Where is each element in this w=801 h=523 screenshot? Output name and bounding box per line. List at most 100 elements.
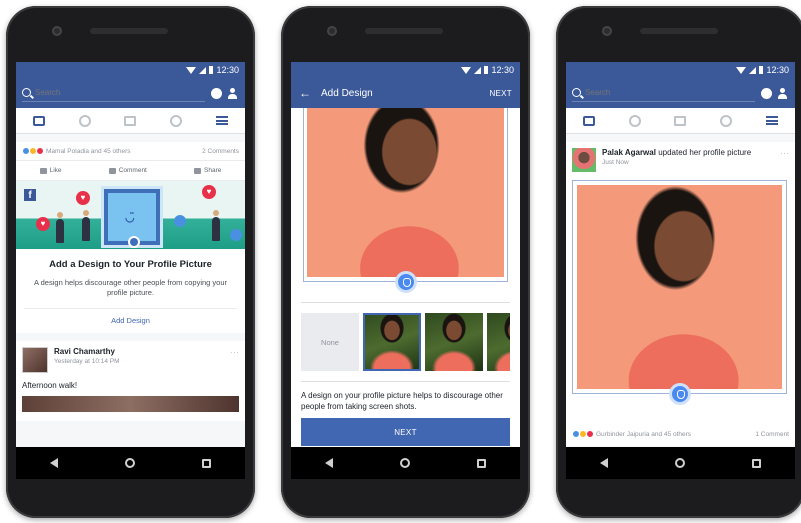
- back-icon[interactable]: [599, 458, 608, 468]
- person-figure: [212, 210, 220, 241]
- profile-guard-shield-icon: [394, 271, 417, 293]
- comment-icon: [108, 167, 116, 174]
- back-icon[interactable]: [324, 458, 333, 468]
- comment-label: Comment: [118, 167, 147, 174]
- more-options-icon[interactable]: ···: [230, 347, 239, 357]
- header-next-button[interactable]: NEXT: [489, 89, 512, 98]
- status-bar: 12:30: [291, 62, 520, 78]
- design-option[interactable]: [425, 313, 483, 371]
- heart-icon: ♥: [202, 185, 216, 199]
- friend-requests-icon[interactable]: [778, 87, 789, 99]
- comments-count[interactable]: 1 Comment: [755, 431, 789, 438]
- tab-marketplace[interactable]: [673, 115, 687, 127]
- person-figure: [56, 212, 64, 243]
- tab-menu[interactable]: [215, 115, 229, 127]
- battery-icon: [209, 66, 214, 74]
- profile-guard-shield-icon: [668, 383, 691, 405]
- phone-updated-post: 12:30 Palak: [556, 6, 801, 518]
- design-option-none[interactable]: None: [301, 313, 359, 371]
- system-nav-bar: [16, 447, 245, 479]
- tab-marketplace[interactable]: [123, 115, 137, 127]
- avatar[interactable]: [572, 148, 596, 172]
- profile-photo-preview: [303, 108, 508, 293]
- speaker: [365, 28, 443, 34]
- back-arrow-icon[interactable]: ←: [299, 86, 311, 100]
- tab-news-feed[interactable]: [32, 115, 46, 127]
- tab-notifications[interactable]: [169, 114, 183, 127]
- next-button[interactable]: NEXT: [301, 418, 510, 446]
- screen: 12:30 ← Add Design NEXT None A design on…: [291, 62, 520, 447]
- post-time: Just Now: [602, 159, 629, 166]
- status-time: 12:30: [491, 65, 514, 75]
- friend-requests-icon[interactable]: [228, 87, 239, 99]
- post-image[interactable]: [22, 396, 239, 412]
- messenger-icon[interactable]: [761, 87, 772, 99]
- post-author[interactable]: Ravi Chamarthy: [54, 347, 120, 356]
- heart-icon: ♥: [36, 217, 50, 231]
- tab-news-feed[interactable]: [582, 115, 596, 127]
- design-option[interactable]: [363, 313, 421, 371]
- globe-icon: [170, 114, 183, 127]
- status-time: 12:30: [216, 65, 239, 75]
- recent-apps-icon[interactable]: [477, 458, 487, 468]
- tab-menu[interactable]: [765, 115, 779, 127]
- avatar[interactable]: [22, 347, 48, 373]
- reaction-icons: [22, 147, 44, 155]
- share-button[interactable]: Share: [194, 167, 221, 174]
- add-design-link[interactable]: Add Design: [24, 308, 237, 325]
- tab-bar: [16, 108, 245, 134]
- home-icon[interactable]: [674, 458, 685, 468]
- post-author[interactable]: Palak Agarwal: [602, 148, 656, 157]
- tab-notifications[interactable]: [719, 114, 733, 127]
- home-icon[interactable]: [124, 458, 135, 468]
- share-label: Share: [204, 167, 222, 174]
- smiley-icon: ◡̈: [125, 212, 135, 224]
- home-icon[interactable]: [399, 458, 410, 468]
- speaker: [640, 28, 718, 34]
- search-icon: [22, 88, 31, 97]
- recent-apps-icon[interactable]: [202, 458, 212, 468]
- search-input[interactable]: [585, 88, 705, 97]
- profile-photo: [307, 108, 504, 277]
- tab-video[interactable]: [78, 114, 92, 127]
- news-feed-icon: [32, 115, 45, 126]
- post-text: Afternoon walk!: [22, 381, 78, 390]
- messenger-icon[interactable]: [211, 87, 222, 99]
- recent-apps-icon[interactable]: [752, 458, 762, 468]
- phone-add-design: 12:30 ← Add Design NEXT None A design on…: [281, 6, 530, 518]
- back-icon[interactable]: [49, 458, 58, 468]
- reactions-row[interactable]: Gurbinder Jaipuria and 45 others 1 Comme…: [566, 422, 795, 446]
- post-actions: Like Comment Share: [16, 161, 245, 181]
- system-nav-bar: [566, 447, 795, 479]
- design-option[interactable]: [487, 313, 510, 371]
- like-button[interactable]: Like: [39, 167, 62, 174]
- page-title: Add Design: [321, 87, 373, 99]
- thumbs-up-icon: [39, 167, 47, 174]
- profile-photo[interactable]: [577, 185, 782, 389]
- marketplace-icon: [124, 115, 137, 126]
- search-bar[interactable]: [22, 84, 205, 102]
- more-options-icon[interactable]: ···: [780, 148, 789, 158]
- post-action-text: updated her profile picture: [658, 148, 752, 157]
- reaction-icons: [572, 430, 594, 438]
- status-bar: 12:30: [16, 62, 245, 78]
- like-bubble-icon: [174, 215, 186, 227]
- stage: 12:30 Search Mamal Poladia and 45 others…: [0, 0, 801, 523]
- search-input[interactable]: [35, 88, 155, 97]
- system-nav-bar: [291, 447, 520, 479]
- comment-button[interactable]: Comment: [108, 167, 147, 174]
- feed-post: Ravi Chamarthy Yesterday at 10:14 PM ···…: [16, 341, 245, 421]
- reactions-text: Gurbinder Jaipuria and 45 others: [596, 430, 692, 438]
- comments-count[interactable]: 2 Comments: [202, 148, 239, 155]
- tab-video[interactable]: [628, 114, 642, 127]
- design-description: A design on your profile picture helps t…: [301, 381, 510, 412]
- globe-icon: [720, 114, 733, 127]
- signal-icon: [749, 66, 757, 74]
- profile-photo-frame: [572, 180, 787, 405]
- share-icon: [194, 167, 202, 174]
- reactions-row[interactable]: Mamal Poladia and 45 others 2 Comments: [16, 142, 245, 161]
- header: [566, 78, 795, 108]
- search-bar[interactable]: [572, 84, 755, 102]
- post-meta: Ravi Chamarthy Yesterday at 10:14 PM: [54, 347, 120, 365]
- wifi-icon: [736, 66, 747, 74]
